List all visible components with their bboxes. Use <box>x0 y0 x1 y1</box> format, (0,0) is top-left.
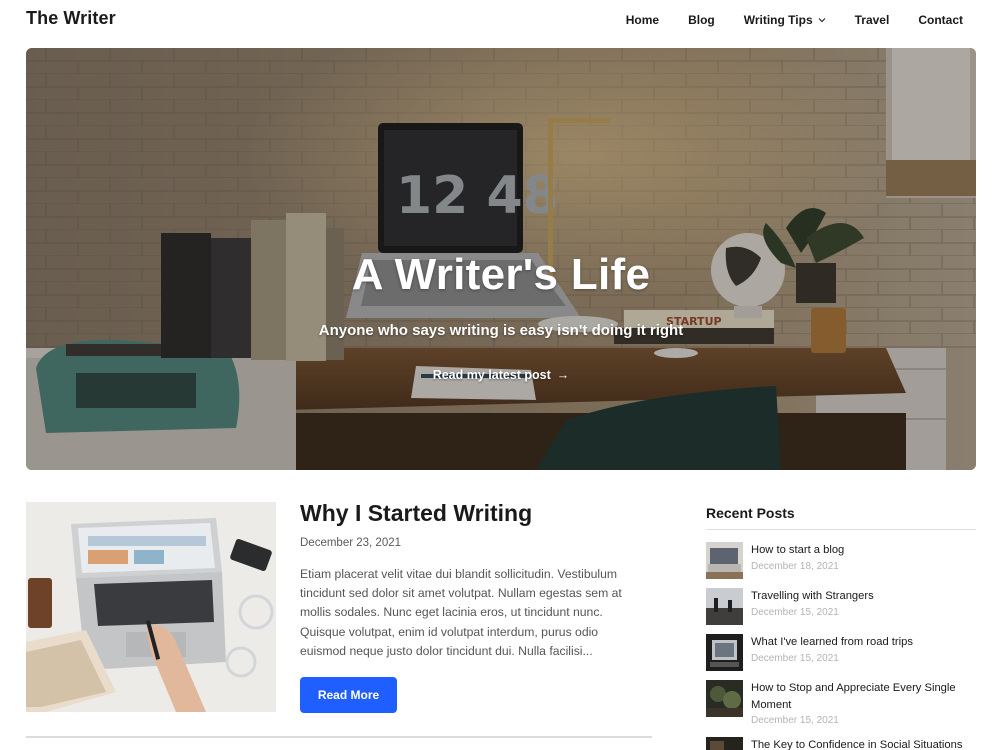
chevron-down-icon[interactable] <box>818 16 826 24</box>
nav-item-home[interactable]: Home <box>626 13 659 27</box>
recent-post-title[interactable]: Travelling with Strangers <box>751 588 976 605</box>
nav-item-label: Home <box>625 13 660 27</box>
read-latest-post-link[interactable]: Read my latest post → <box>26 368 976 382</box>
recent-post-title[interactable]: How to Stop and Appreciate Every Single … <box>751 680 976 714</box>
recent-posts-heading: Recent Posts <box>706 505 795 521</box>
nav-item-label: Travel <box>854 13 890 27</box>
nav-item-travel[interactable]: Travel <box>855 13 890 27</box>
recent-post-item[interactable]: How to start a blog December 18, 2021 <box>706 542 976 580</box>
main-nav: Home Blog Writing Tips Travel Contact <box>626 13 963 27</box>
site-title[interactable]: The Writer <box>26 8 116 29</box>
hero-subtitle: Anyone who says writing is easy isn't do… <box>318 322 684 339</box>
post-divider <box>26 736 652 738</box>
recent-post-thumbnail[interactable] <box>706 680 743 717</box>
recent-post-title[interactable]: The Key to Confidence in Social Situatio… <box>751 737 976 750</box>
nav-item-writing-tips[interactable]: Writing Tips <box>744 13 826 27</box>
recent-post-item[interactable]: Travelling with Strangers December 15, 2… <box>706 588 976 626</box>
site-header: The Writer Home Blog Writing Tips Travel… <box>0 0 1000 40</box>
hero-banner: 12 48 STARTUP A Writer's Life Anyone who… <box>26 48 976 470</box>
post-thumbnail-image <box>26 502 276 712</box>
sidebar-divider <box>706 529 976 530</box>
recent-post-date: December 15, 2021 <box>751 607 839 618</box>
recent-post-thumbnail[interactable] <box>706 588 743 625</box>
recent-post-title[interactable]: What I've learned from road trips <box>751 634 976 651</box>
nav-item-label: Contact <box>918 13 963 27</box>
read-latest-post-label: Read my latest post <box>432 368 551 382</box>
arrow-right-icon: → <box>556 368 570 382</box>
post-date: December 23, 2021 <box>300 537 402 549</box>
read-more-button[interactable]: Read More <box>300 677 397 713</box>
recent-post-thumbnail[interactable] <box>706 634 743 671</box>
nav-item-label: Writing Tips <box>743 13 813 27</box>
recent-post-date: December 15, 2021 <box>751 653 839 664</box>
post-excerpt: Etiam placerat velit vitae dui blandit s… <box>300 567 622 658</box>
nav-item-blog[interactable]: Blog <box>688 13 715 27</box>
recent-post-thumbnail[interactable] <box>706 737 743 750</box>
post-thumbnail[interactable] <box>26 502 276 712</box>
nav-item-label: Blog <box>688 13 715 27</box>
recent-post-item[interactable]: How to Stop and Appreciate Every Single … <box>706 680 976 726</box>
post-title[interactable]: Why I Started Writing <box>300 500 532 527</box>
recent-post-date: December 18, 2021 <box>751 561 839 572</box>
recent-post-date: December 15, 2021 <box>751 715 839 726</box>
hero-title: A Writer's Life <box>351 250 651 299</box>
recent-post-item[interactable]: The Key to Confidence in Social Situatio… <box>706 737 976 750</box>
recent-post-title[interactable]: How to start a blog <box>751 542 976 559</box>
recent-post-item[interactable]: What I've learned from road trips Decemb… <box>706 634 976 672</box>
nav-item-contact[interactable]: Contact <box>918 13 963 27</box>
recent-post-thumbnail[interactable] <box>706 542 743 579</box>
